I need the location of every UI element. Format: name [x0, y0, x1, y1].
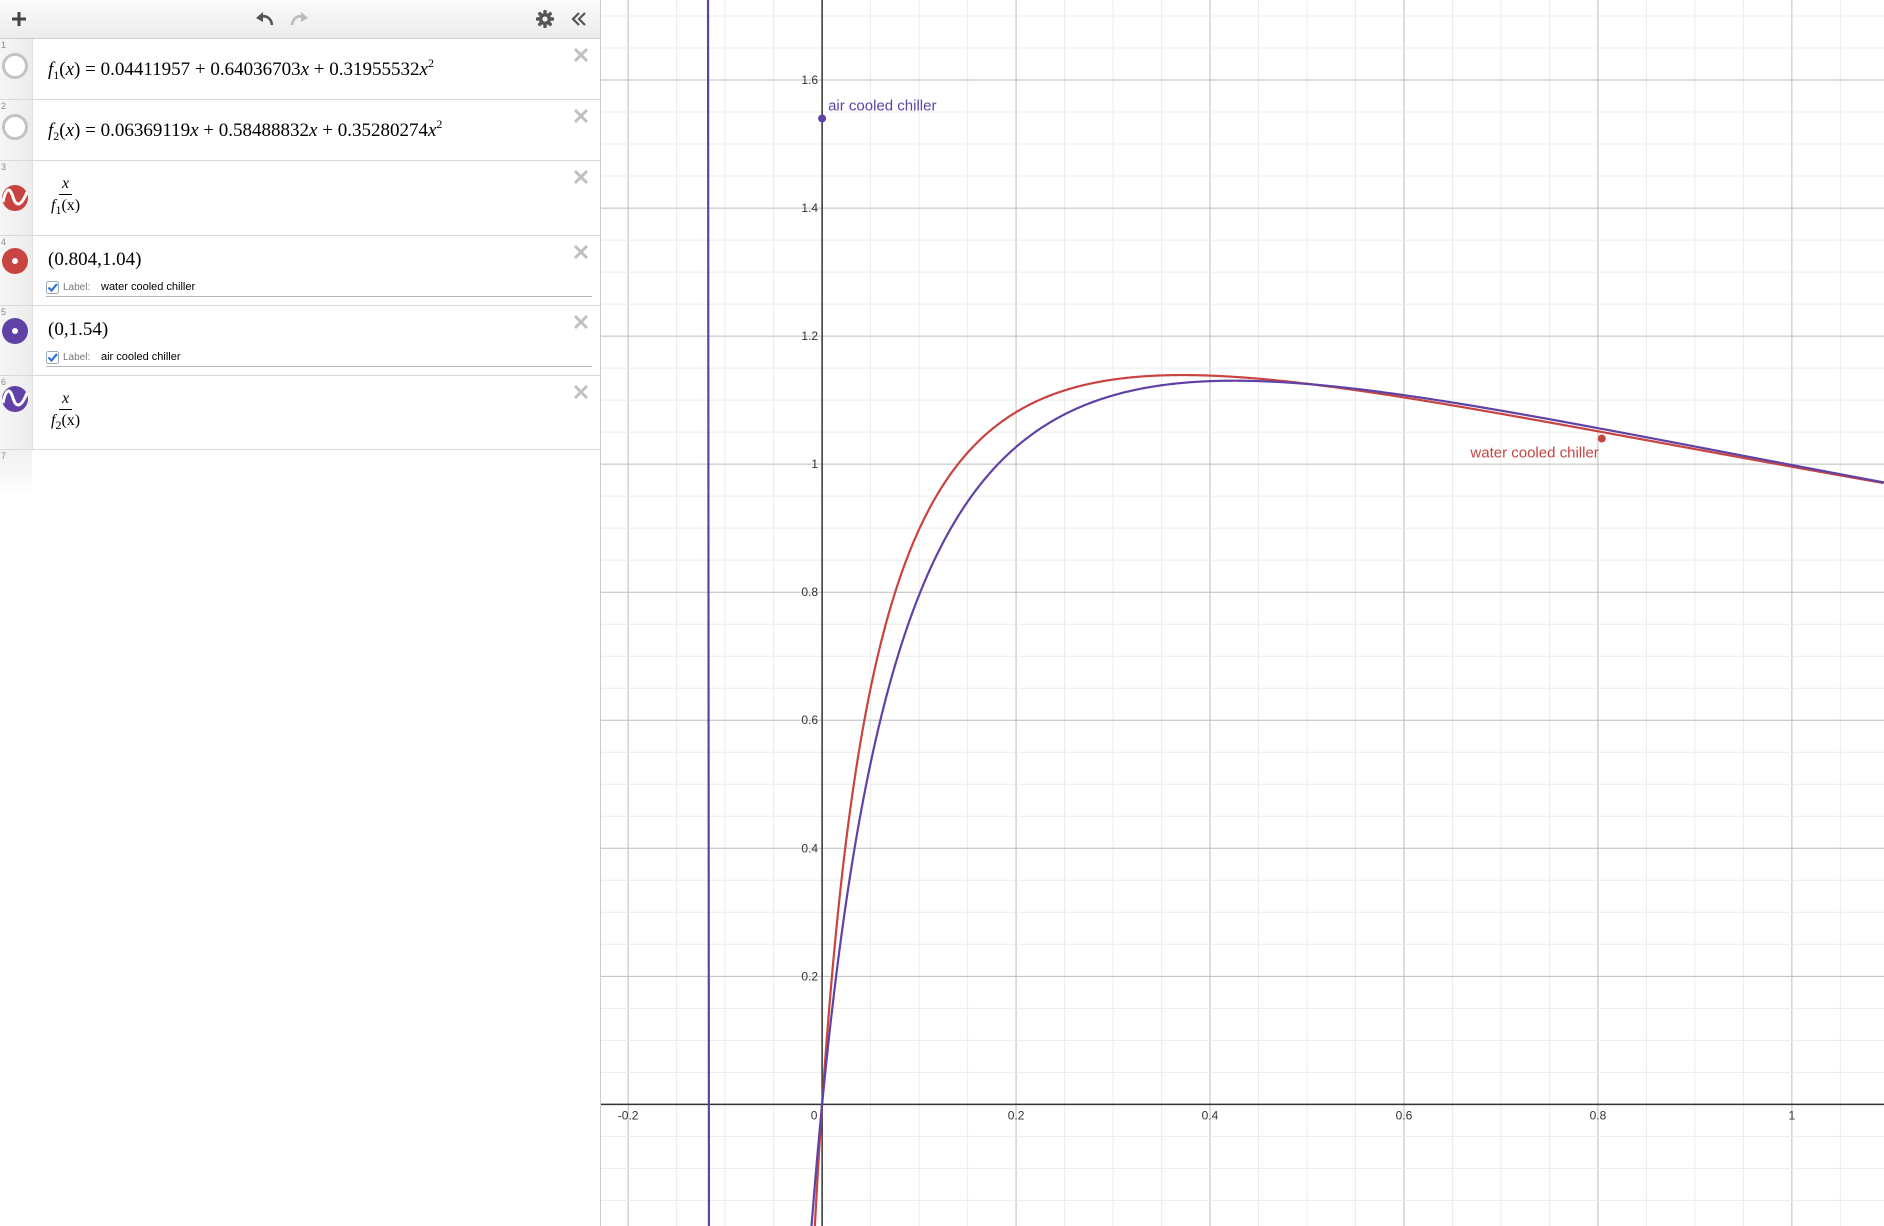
- close-icon[interactable]: [570, 241, 592, 263]
- expression-row-1[interactable]: 1 f1(x) = 0.04411957 + 0.64036703x + 0.3…: [0, 39, 600, 100]
- expression-f1[interactable]: f1(x) = 0.04411957 + 0.64036703x + 0.319…: [48, 56, 434, 83]
- expression-row-new[interactable]: 7: [0, 450, 600, 498]
- label-caption: Label:: [63, 352, 91, 363]
- x-tick-label: 0.4: [1202, 1108, 1219, 1122]
- labeled-point[interactable]: [1597, 434, 1606, 443]
- y-tick-label: 1.6: [801, 73, 818, 87]
- label-caption: Label:: [63, 282, 91, 293]
- y-tick-label: 1: [811, 457, 818, 471]
- x-tick-label: 1: [1789, 1108, 1796, 1122]
- point-label: air cooled chiller: [828, 97, 936, 114]
- double-chevron-left-icon[interactable]: [563, 3, 595, 35]
- close-icon[interactable]: [570, 44, 592, 66]
- expression-row-2[interactable]: 2 f2(x) = 0.06369119x + 0.58488832x + 0.…: [0, 100, 600, 161]
- y-tick-label: 1.2: [801, 329, 818, 343]
- redo-icon[interactable]: [283, 3, 315, 35]
- checkbox-checked-icon[interactable]: [46, 281, 59, 294]
- curve-icon[interactable]: [2, 386, 28, 412]
- curve-icon[interactable]: [2, 185, 28, 211]
- expression-rhs: = 0.06369119: [80, 120, 191, 141]
- close-icon[interactable]: [570, 381, 592, 403]
- expression-panel: 1 f1(x) = 0.04411957 + 0.64036703x + 0.3…: [0, 0, 601, 1226]
- checkbox-checked-icon[interactable]: [46, 351, 59, 364]
- plus-icon[interactable]: [3, 3, 35, 35]
- expression-row-3[interactable]: 3 x f1(x): [0, 161, 600, 236]
- label-input[interactable]: air cooled chiller: [101, 351, 180, 363]
- expression-toolbar: [0, 0, 600, 39]
- point-label: water cooled chiller: [1469, 445, 1598, 462]
- expression-row-4[interactable]: 4 (0.804,1.04) Label: water cooled chill…: [0, 236, 600, 306]
- y-tick-label: 0.2: [801, 969, 818, 983]
- row-number: 2: [1, 101, 7, 111]
- y-tick-label: 0.4: [801, 841, 818, 855]
- expression-term: + 0.31955532: [309, 59, 420, 80]
- x-tick-label: 0: [811, 1108, 818, 1122]
- point-icon[interactable]: [2, 318, 28, 344]
- close-icon[interactable]: [570, 105, 592, 127]
- hidden-circle-icon[interactable]: [2, 114, 28, 140]
- row-number: 3: [1, 162, 7, 172]
- expression-list: 1 f1(x) = 0.04411957 + 0.64036703x + 0.3…: [0, 39, 600, 498]
- expression-x-over-f2[interactable]: x f2(x): [48, 389, 83, 436]
- point-expression[interactable]: (0.804,1.04): [48, 249, 141, 271]
- expression-row-6[interactable]: 6 x f2(x): [0, 376, 600, 450]
- point-expression[interactable]: (0,1.54): [48, 319, 108, 341]
- label-field[interactable]: Label: air cooled chiller: [46, 350, 592, 367]
- graph-canvas[interactable]: -0.2 0 0.2 0.4 0.6 0.8 1 0.2 0.4 0.6 0.8 1 1.2 1.4 1.6…: [601, 0, 1884, 1226]
- fraction-numerator: x: [59, 389, 73, 410]
- curve-x-over-f1[interactable]: [812, 373, 1884, 1226]
- labeled-point[interactable]: [818, 114, 827, 123]
- fraction-denominator: f2(x): [51, 412, 81, 432]
- x-tick-label: -0.2: [618, 1108, 639, 1122]
- expression-row-5[interactable]: 5 (0,1.54) Label: air cooled chiller: [0, 306, 600, 376]
- hidden-circle-icon[interactable]: [2, 53, 28, 79]
- expression-x-over-f1[interactable]: x f1(x): [48, 174, 83, 221]
- expression-rhs: = 0.04411957 + 0.64036703: [85, 59, 301, 80]
- x-tick-label: 0.6: [1396, 1108, 1413, 1122]
- row-number: 4: [1, 237, 7, 247]
- fraction-numerator: x: [59, 174, 73, 195]
- x-tick-label: 0.2: [1008, 1108, 1025, 1122]
- y-tick-label: 0.6: [801, 713, 818, 727]
- gear-icon[interactable]: [529, 3, 561, 35]
- expression-f2[interactable]: f2(x) = 0.06369119x + 0.58488832x + 0.35…: [48, 117, 442, 144]
- y-tick-label: 1.4: [801, 201, 818, 215]
- row-number: 1: [1, 40, 7, 50]
- expression-term: + 0.58488832: [198, 120, 310, 141]
- x-tick-label: 0.8: [1590, 1108, 1607, 1122]
- curve-x-over-f2[interactable]: [601, 0, 1884, 1226]
- y-tick-label: 0.8: [801, 585, 818, 599]
- label-input[interactable]: water cooled chiller: [101, 281, 195, 293]
- function-subscript: 1: [53, 68, 60, 82]
- point-icon[interactable]: [2, 248, 28, 274]
- undo-icon[interactable]: [249, 3, 281, 35]
- close-icon[interactable]: [570, 311, 592, 333]
- fraction-denominator: f1(x): [51, 197, 81, 217]
- function-subscript: 2: [53, 129, 60, 143]
- row-number: 7: [1, 451, 7, 461]
- label-field[interactable]: Label: water cooled chiller: [46, 280, 592, 297]
- row-number: 5: [1, 307, 7, 317]
- expression-term: + 0.35280274: [317, 120, 428, 141]
- close-icon[interactable]: [570, 166, 592, 188]
